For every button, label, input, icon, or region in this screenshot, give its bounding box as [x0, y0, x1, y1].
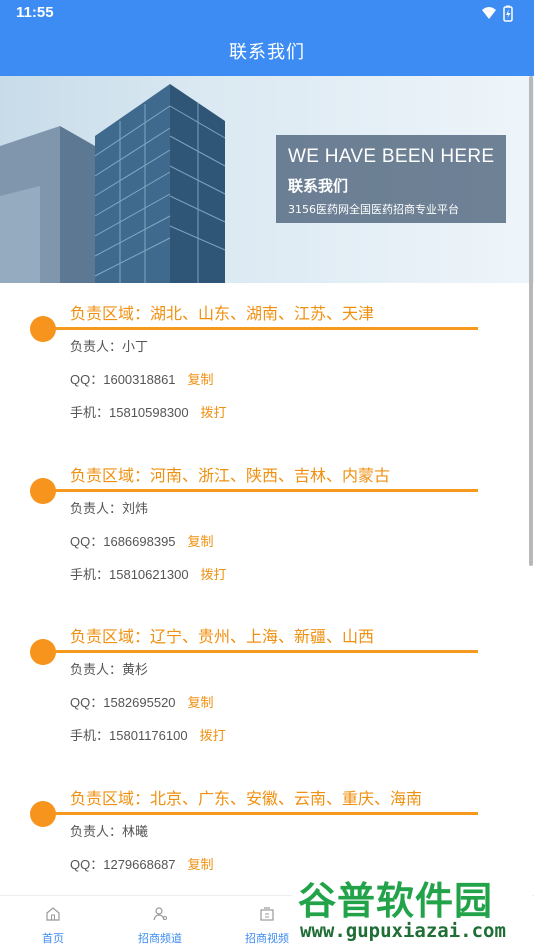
qq-label: QQ：: [70, 534, 104, 549]
nav-label: 首页: [42, 932, 64, 945]
status-time: 11:55: [16, 4, 54, 21]
call-button[interactable]: 拨打: [200, 728, 226, 743]
contact-phone: 手机：15801176100 拨打: [70, 725, 226, 744]
person-name: 林曦: [122, 824, 149, 839]
phone-number: 15810621300: [109, 567, 189, 582]
qq-number: 1600318861: [103, 372, 176, 387]
region-marker: [30, 316, 56, 342]
nav-label: 招商频道: [138, 932, 182, 945]
qq-label: QQ：: [70, 695, 104, 710]
region-divider: [42, 650, 478, 653]
contact-phone: 手机：15810598300 拨打: [70, 402, 227, 421]
call-button[interactable]: 拨打: [201, 405, 227, 420]
phone-label: 手机：: [70, 405, 110, 420]
person-label: 负责人：: [70, 501, 123, 516]
region-title: 负责区域：河南、浙江、陕西、吉林、内蒙古: [70, 466, 391, 485]
contact-person: 负责人：林曦: [70, 821, 148, 840]
qq-number: 1582695520: [103, 695, 176, 710]
copy-button[interactable]: 复制: [188, 857, 214, 872]
region-section: 负责区域：湖北、山东、湖南、江苏、天津 负责人：小丁 QQ：1600318861…: [0, 300, 534, 461]
region-section: 负责区域：河南、浙江、陕西、吉林、内蒙古 负责人：刘炜 QQ：168669839…: [0, 462, 534, 623]
person-label: 负责人：: [70, 339, 123, 354]
qq-number: 1279668687: [103, 857, 176, 872]
region-title: 负责区域：辽宁、贵州、上海、新疆、山西: [70, 627, 375, 646]
nav-home[interactable]: 首页: [13, 896, 93, 951]
person-label: 负责人：: [70, 824, 123, 839]
region-section: 负责区域：辽宁、贵州、上海、新疆、山西 负责人：黄杉 QQ：1582695520…: [0, 623, 534, 784]
wifi-icon: [482, 7, 496, 19]
region-title: 负责区域：湖北、山东、湖南、江苏、天津: [70, 304, 375, 323]
phone-label: 手机：: [70, 728, 110, 743]
copy-button[interactable]: 复制: [188, 695, 214, 710]
person-name: 小丁: [122, 339, 149, 354]
watermark-brand: 谷普软件园: [298, 879, 494, 923]
contact-qq: QQ：1279668687 复制: [70, 854, 214, 873]
call-button[interactable]: 拨打: [201, 567, 227, 582]
banner-caption: WE HAVE BEEN HERE 联系我们 3156医药网全国医药招商专业平台: [276, 135, 506, 223]
phone-number: 15801176100: [109, 728, 188, 743]
qq-label: QQ：: [70, 857, 104, 872]
banner: WE HAVE BEEN HERE 联系我们 3156医药网全国医药招商专业平台: [0, 76, 534, 283]
region-marker: [30, 478, 56, 504]
person-name: 黄杉: [122, 662, 149, 677]
banner-subtitle: 3156医药网全国医药招商专业平台: [288, 203, 459, 216]
app-header: 11:55 联系我们: [0, 0, 534, 76]
qq-number: 1686698395: [103, 534, 176, 549]
region-marker: [30, 801, 56, 827]
person-label: 负责人：: [70, 662, 123, 677]
watermark-url: www.gupuxiazai.com: [300, 920, 506, 942]
copy-button[interactable]: 复制: [188, 372, 214, 387]
region-title: 负责区域：北京、广东、安徽、云南、重庆、海南: [70, 789, 423, 808]
status-icons: [482, 5, 513, 22]
contact-qq: QQ：1582695520 复制: [70, 692, 214, 711]
nav-channel[interactable]: 招商频道: [120, 896, 200, 951]
copy-button[interactable]: 复制: [188, 534, 214, 549]
contact-person: 负责人：黄杉: [70, 659, 148, 678]
phone-label: 手机：: [70, 567, 110, 582]
contact-qq: QQ：1686698395 复制: [70, 531, 214, 550]
contact-phone: 手机：15810621300 拨打: [70, 564, 227, 583]
page-title: 联系我们: [229, 42, 305, 63]
watermark: 谷普软件园 www.gupuxiazai.com: [292, 866, 532, 950]
phone-number: 15810598300: [109, 405, 189, 420]
region-divider: [42, 327, 478, 330]
person-name: 刘炜: [122, 501, 149, 516]
contact-person: 负责人：刘炜: [70, 498, 148, 517]
person-icon: [153, 907, 167, 921]
home-icon: [46, 907, 60, 921]
contact-qq: QQ：1600318861 复制: [70, 369, 214, 388]
region-divider: [42, 489, 478, 492]
region-marker: [30, 639, 56, 665]
region-divider: [42, 812, 478, 815]
banner-cn-heading: 联系我们: [288, 177, 349, 195]
contact-person: 负责人：小丁: [70, 336, 148, 355]
video-icon: [260, 907, 274, 921]
banner-en-heading: WE HAVE BEEN HERE: [288, 146, 495, 167]
qq-label: QQ：: [70, 372, 104, 387]
